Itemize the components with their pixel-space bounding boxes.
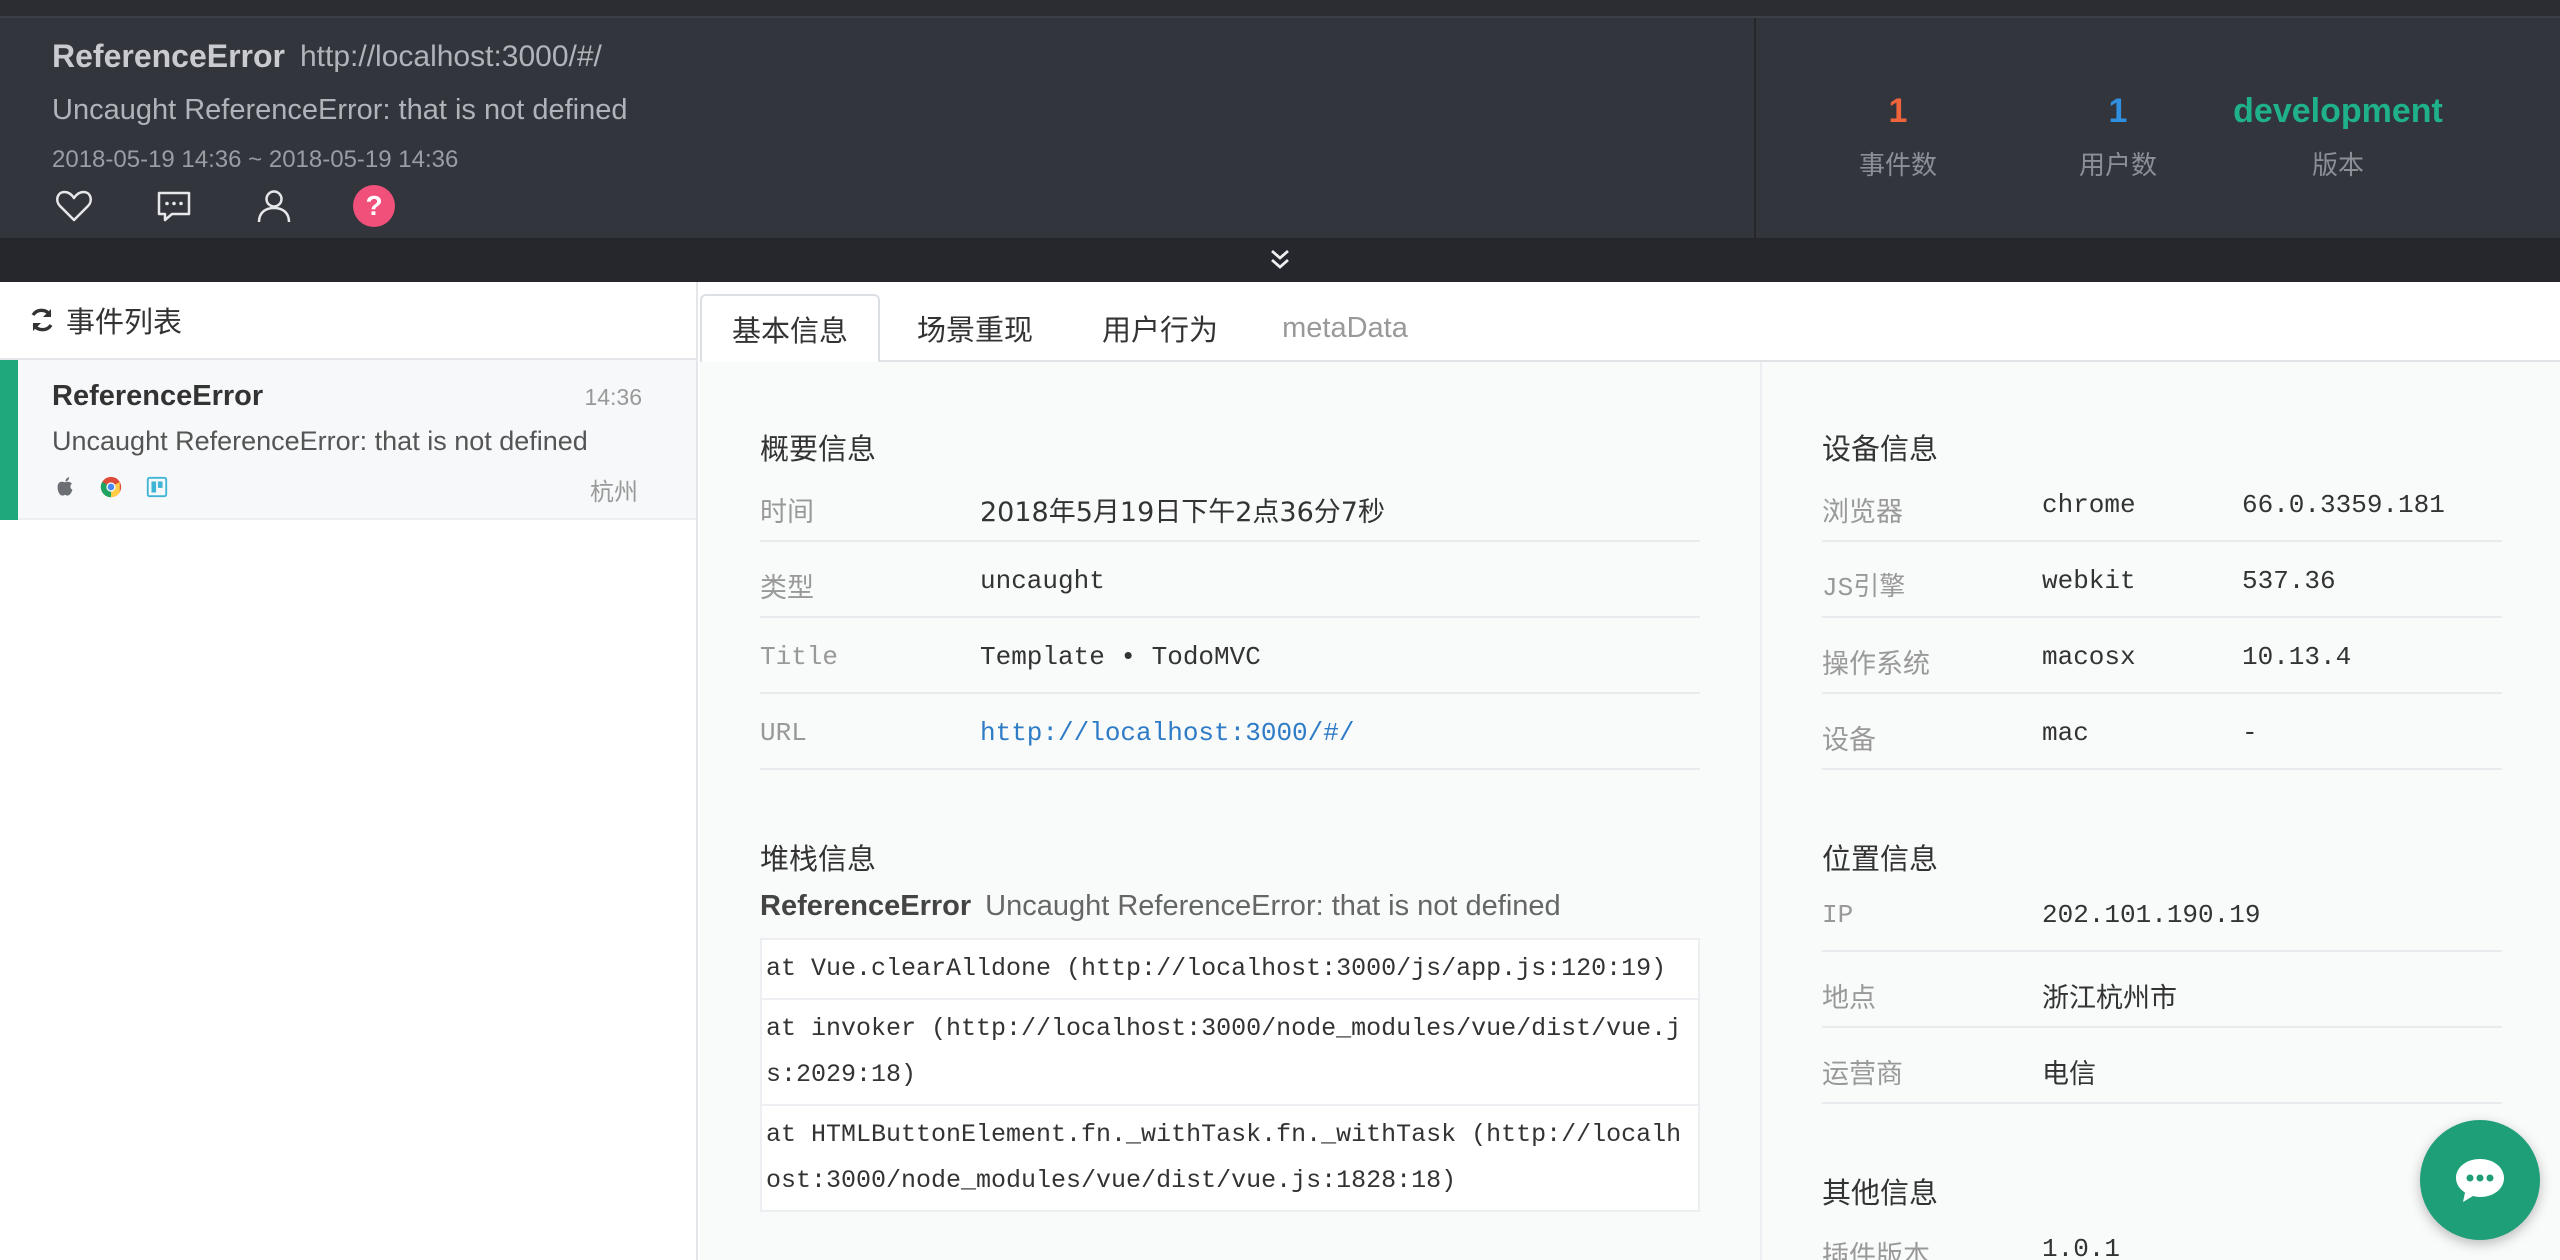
refresh-icon[interactable] (28, 306, 56, 334)
event-env-icons (52, 474, 190, 500)
row-value: webkit (2042, 566, 2136, 596)
stack-frame: at Vue.clearAlldone (http://localhost:30… (762, 940, 1698, 1000)
double-chevron-down-icon (1271, 249, 1289, 269)
device-row: 设备 mac - (1822, 694, 2502, 770)
selected-indicator (0, 360, 18, 520)
heart-icon[interactable] (52, 184, 96, 228)
location-row: 地点 浙江杭州市 (1822, 952, 2502, 1028)
stat-events-label: 事件数 (1858, 150, 1937, 180)
stat-version: development 版本 (2218, 92, 2458, 182)
location-row: 运营商 电信 (1822, 1028, 2502, 1104)
stat-version-value: development (2233, 92, 2443, 130)
device-row: 浏览器 chrome 66.0.3359.181 (1822, 466, 2502, 542)
stat-users-label: 用户数 (2078, 150, 2157, 180)
url-link[interactable]: http://localhost:3000/#/ (980, 718, 1354, 748)
detail-content: 概要信息 时间 2018年5月19日下午2点36分7秒 类型 uncaught … (700, 362, 2560, 1260)
row-value: Template • TodoMVC (980, 642, 1261, 672)
tab-user-behavior[interactable]: 用户行为 (1075, 294, 1245, 362)
chrome-icon (98, 474, 124, 500)
row-key: 时间 (760, 497, 814, 527)
location-row: IP 202.101.190.19 (1822, 876, 2502, 952)
stat-users-value: 1 (2108, 92, 2128, 130)
collapse-toggle[interactable] (0, 238, 2560, 282)
row-extra: 66.0.3359.181 (2242, 490, 2445, 520)
stat-version-label: 版本 (2311, 150, 2364, 180)
row-key: 运营商 (1822, 1059, 1903, 1089)
event-message: Uncaught ReferenceError: that is not def… (52, 426, 588, 456)
chat-button[interactable] (2420, 1120, 2540, 1240)
stack-title: 堆栈信息 (760, 844, 877, 876)
device-icon (144, 474, 170, 500)
help-icon[interactable]: ? (352, 184, 396, 228)
row-value: uncaught (980, 566, 1105, 596)
stack-frame: at invoker (http://localhost:3000/node_m… (762, 1000, 1698, 1106)
event-city: 杭州 (590, 479, 638, 506)
row-value: 电信 (2042, 1059, 2096, 1090)
event-time: 14:36 (584, 384, 642, 410)
other-row: 插件版本 1.0.1 (1822, 1210, 2502, 1260)
row-key: 类型 (760, 573, 814, 603)
stack-error-message: Uncaught ReferenceError: that is not def… (985, 890, 1561, 922)
row-value: macosx (2042, 642, 2136, 672)
row-key: 设备 (1822, 725, 1876, 755)
overview-row: 时间 2018年5月19日下午2点36分7秒 (760, 466, 1700, 542)
user-icon[interactable] (252, 184, 296, 228)
stack-summary: ReferenceError Uncaught ReferenceError: t… (760, 890, 1561, 923)
event-list-panel: 事件列表 ReferenceError 14:36 Uncaught Refer… (0, 282, 698, 1260)
row-value: 1.0.1 (2042, 1234, 2121, 1260)
event-list-header: 事件列表 (0, 282, 696, 360)
row-extra: 10.13.4 (2242, 642, 2352, 672)
row-key: URL (760, 718, 807, 748)
error-url[interactable]: http://localhost:3000/#/ (300, 40, 602, 74)
row-extra: 537.36 (2242, 566, 2336, 596)
list-item[interactable]: ReferenceError 14:36 Uncaught ReferenceE… (0, 360, 696, 520)
overview-row: Title Template • TodoMVC (760, 618, 1700, 694)
comment-icon[interactable] (152, 184, 196, 228)
stat-events-value: 1 (1888, 92, 1908, 130)
device-title: 设备信息 (1822, 434, 1939, 466)
row-value: mac (2042, 718, 2089, 748)
error-message: Uncaught ReferenceError: that is not def… (52, 94, 628, 126)
apple-icon (52, 474, 78, 500)
row-key: 插件版本 (1822, 1241, 1930, 1260)
row-value: 202.101.190.19 (2042, 900, 2261, 930)
issue-stats: 1 事件数 1 用户数 development 版本 (1758, 18, 2560, 238)
issue-summary: ReferenceError http://localhost:3000/#/ … (0, 18, 1756, 238)
stat-events: 1 事件数 (1778, 92, 2018, 182)
top-strip (0, 0, 2560, 18)
location-title: 位置信息 (1822, 844, 1939, 876)
row-key: JS引擎 (1822, 573, 1906, 603)
row-key: 地点 (1822, 983, 1876, 1013)
stack-error-name: ReferenceError (760, 890, 972, 922)
event-list-title: 事件列表 (66, 307, 183, 339)
column-divider (1760, 362, 1762, 1260)
tab-basic-info[interactable]: 基本信息 (700, 294, 880, 364)
overview-row: URL http://localhost:3000/#/ (760, 694, 1700, 770)
row-key: 操作系统 (1822, 649, 1930, 679)
row-value: 浙江杭州市 (2042, 983, 2177, 1014)
error-name: ReferenceError (52, 38, 285, 74)
detail-tabs: 基本信息 场景重现 用户行为 metaData (700, 282, 2560, 364)
device-row: JS引擎 webkit 537.36 (1822, 542, 2502, 618)
row-key: IP (1822, 900, 1854, 930)
row-key: Title (760, 642, 839, 672)
stack-frame: at HTMLButtonElement.fn._withTask.fn._wi… (766, 1120, 1682, 1195)
chat-bubble-icon (2456, 1159, 2504, 1202)
device-row: 操作系统 macosx 10.13.4 (1822, 618, 2502, 694)
event-name: ReferenceError (52, 380, 264, 412)
tab-metadata[interactable]: metaData (1260, 294, 1430, 362)
row-value: chrome (2042, 490, 2136, 520)
issue-header: ReferenceError http://localhost:3000/#/ … (0, 18, 2560, 238)
tab-scene-replay[interactable]: 场景重现 (890, 294, 1060, 362)
issue-actions: ? (52, 184, 452, 228)
overview-row: 类型 uncaught (760, 542, 1700, 618)
stat-users: 1 用户数 (1998, 92, 2238, 182)
overview-title: 概要信息 (760, 434, 877, 466)
row-key: 浏览器 (1822, 497, 1903, 527)
time-range: 2018-05-19 14:36 ~ 2018-05-19 14:36 (52, 146, 459, 173)
stack-trace: at Vue.clearAlldone (http://localhost:30… (760, 938, 1700, 1212)
other-title: 其他信息 (1822, 1178, 1939, 1210)
row-value: 2018年5月19日下午2点36分7秒 (980, 497, 1385, 528)
row-extra: - (2242, 718, 2258, 748)
